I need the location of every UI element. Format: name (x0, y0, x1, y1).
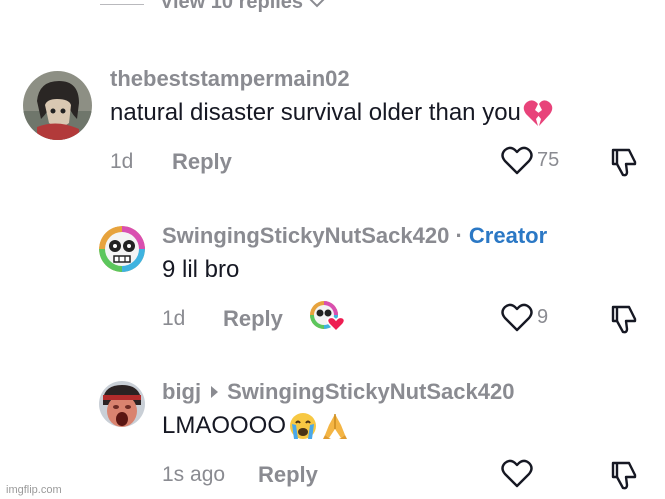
thumbs-down-icon (611, 461, 637, 490)
comment-time: 1d (110, 150, 134, 173)
avatar[interactable] (99, 226, 145, 272)
reply-arrow-icon (211, 386, 219, 398)
avatar[interactable] (99, 381, 145, 427)
thread-divider (100, 4, 144, 5)
comment-text: natural disaster survival older than you (110, 99, 553, 127)
dislike-button[interactable] (609, 146, 641, 183)
thumbs-down-icon (611, 305, 637, 334)
loudly-crying-face-icon (290, 413, 317, 439)
reply-button[interactable]: Reply (223, 306, 283, 332)
comment-text-content: 9 lil bro (162, 256, 240, 283)
comment-text: 9 lil bro (162, 256, 239, 284)
heart-outline-icon (501, 146, 533, 175)
comment-text-content: LMAOOOO (162, 412, 287, 439)
like-count: 9 (537, 306, 549, 328)
folded-hands-icon (323, 414, 348, 439)
reply-button[interactable]: Reply (258, 462, 318, 488)
thumbs-down-icon (611, 148, 637, 177)
creator-liked-badge (309, 300, 346, 333)
avatar[interactable] (23, 71, 92, 140)
creator-heart-avatar-icon (310, 301, 346, 333)
dislike-button[interactable] (609, 303, 641, 340)
view-replies-button[interactable]: View 10 replies (160, 0, 325, 14)
comment-username[interactable]: thebeststampermain02 (110, 66, 350, 92)
heart-outline-icon (501, 303, 533, 332)
heart-outline-icon (501, 459, 533, 488)
comment-time: 1s ago (162, 463, 226, 486)
anime-character-avatar-icon (23, 71, 92, 140)
view-replies-label: View 10 replies (160, 0, 304, 13)
separator-dot: · (455, 223, 463, 248)
rainbow-skull-avatar-icon (99, 226, 145, 272)
creator-badge: Creator (468, 223, 548, 248)
like-button[interactable]: 75 (501, 146, 559, 175)
comment-time: 1d (162, 307, 186, 330)
comment-username[interactable]: SwingingStickyNutSack420 · Creator (162, 223, 547, 249)
comment-username[interactable]: bigj SwingingStickyNutSack420 (162, 379, 514, 405)
dislike-button[interactable] (609, 459, 641, 496)
chevron-down-icon (310, 0, 324, 7)
like-button[interactable] (501, 459, 533, 488)
reply-to-username[interactable]: SwingingStickyNutSack420 (227, 379, 514, 405)
reply-button[interactable]: Reply (172, 149, 232, 175)
like-button[interactable]: 9 (501, 303, 548, 332)
like-count: 75 (537, 149, 560, 171)
screaming-face-avatar-icon (99, 381, 145, 427)
broken-heart-icon (523, 100, 553, 126)
comment-text: LMAOOOO (162, 411, 350, 441)
watermark: imgflip.com (6, 484, 62, 496)
comment-text-content: natural disaster survival older than you (110, 99, 521, 126)
